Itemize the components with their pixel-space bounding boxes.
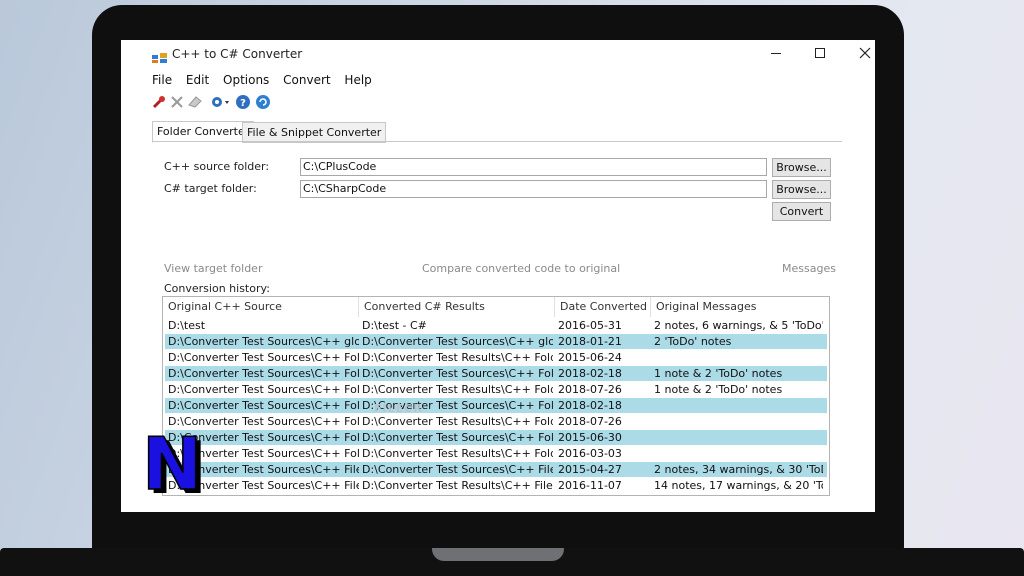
cell-date: 2018-01-21	[558, 335, 622, 348]
cell-messages: 1 note & 2 'ToDo' notes	[654, 383, 783, 396]
maximize-button[interactable]	[800, 43, 840, 67]
cell-result: D:\Converter Test Sources\C++ Folde...	[362, 431, 553, 444]
cell-messages: 2 notes, 34 warnings, & 30 'ToDo'	[654, 463, 823, 476]
cell-messages	[651, 398, 823, 413]
menu-bar: File Edit Options Convert Help	[152, 73, 382, 91]
convert-button[interactable]: Convert	[772, 202, 831, 221]
maximize-icon	[815, 48, 825, 58]
cell-messages	[651, 350, 823, 365]
table-header: Original C++ Source Converted C# Results…	[163, 297, 829, 317]
cell-source: D:\Converter Test Sources\C++ Folder...	[168, 383, 359, 396]
source-folder-label: C++ source folder:	[164, 160, 270, 173]
minimize-icon	[771, 53, 781, 54]
cell-messages	[651, 446, 823, 461]
table-row[interactable]: D:\Converter Test Sources\C++ Folder...D…	[165, 366, 827, 381]
svg-text:?: ?	[240, 98, 246, 109]
conversion-history-label: Conversion history:	[164, 282, 270, 295]
messages-link[interactable]: Messages	[782, 262, 836, 275]
cell-messages	[651, 414, 823, 429]
table-row[interactable]: D:\Converter Test Sources\C++ global...D…	[165, 334, 827, 349]
cell-date: 2015-06-24	[558, 351, 622, 364]
refresh-icon[interactable]	[254, 93, 272, 111]
cell-date: 2015-04-27	[558, 463, 622, 476]
cell-result: D:\test - C#	[362, 319, 427, 332]
cell-result: D:\Converter Test Results\C++ Folder...	[362, 415, 553, 428]
n-logo: N N	[140, 421, 208, 510]
watermark: FILECR	[374, 402, 423, 415]
cell-date: 2016-03-03	[558, 447, 622, 460]
column-header-results[interactable]: Converted C# Results	[359, 297, 555, 317]
cell-date: 2015-06-30	[558, 431, 622, 444]
tab-file-snippet-converter[interactable]: File & Snippet Converter	[242, 122, 387, 143]
menu-options[interactable]: Options	[223, 73, 269, 87]
laptop-notch	[432, 548, 564, 561]
column-header-messages[interactable]: Original Messages	[651, 297, 829, 317]
delete-icon[interactable]	[168, 93, 186, 111]
cell-date: 2018-02-18	[558, 367, 622, 380]
table-row[interactable]: D:\Converter Test Sources\C++ File T...D…	[165, 462, 827, 477]
table-row[interactable]: D:\Converter Test Sources\C++ File T...D…	[165, 478, 827, 493]
app-icon	[152, 49, 168, 63]
svg-text:N: N	[142, 432, 202, 494]
cell-date: 2018-07-26	[558, 383, 622, 396]
cell-result: D:\Converter Test Sources\C++ globa...	[362, 335, 553, 348]
table-row[interactable]: D:\Converter Test Sources\C++ Folder...D…	[165, 414, 827, 429]
table-row[interactable]: D:\Converter Test Sources\C++ Folder...D…	[165, 398, 827, 413]
cell-messages	[651, 430, 823, 445]
conversion-history-table: Original C++ Source Converted C# Results…	[162, 296, 830, 496]
cell-result: D:\Converter Test Sources\C++ Folde...	[362, 367, 553, 380]
target-folder-input[interactable]: C:\CSharpCode	[300, 180, 767, 198]
help-icon[interactable]: ?	[234, 93, 252, 111]
column-header-source[interactable]: Original C++ Source	[163, 297, 359, 317]
cell-source: D:\Converter Test Sources\C++ Folder...	[168, 351, 359, 364]
cell-messages: 1 note & 2 'ToDo' notes	[654, 367, 783, 380]
laptop-screen: C++ to C# Converter File Edit Options Co…	[121, 40, 875, 512]
cell-date: 2016-11-07	[558, 479, 622, 492]
cell-result: D:\Converter Test Results\C++ Folder...	[362, 351, 553, 364]
cell-source: D:\test	[168, 319, 206, 332]
cell-result: D:\Converter Test Results\C++ File T...	[362, 479, 553, 492]
browse-source-button[interactable]: Browse...	[772, 158, 831, 177]
menu-help[interactable]: Help	[344, 73, 371, 87]
close-button[interactable]	[845, 43, 875, 67]
tab-folder-converter[interactable]: Folder Converter	[152, 121, 255, 143]
eraser-icon[interactable]	[186, 93, 204, 111]
cell-source: D:\Converter Test Sources\C++ Folder...	[168, 399, 359, 412]
cell-result: D:\Converter Test Results\C++ Folde...	[362, 383, 553, 396]
table-row[interactable]: D:\Converter Test Sources\C++ Folder...D…	[165, 430, 827, 445]
compare-code-link[interactable]: Compare converted code to original	[422, 262, 620, 275]
column-header-date[interactable]: Date Converted	[555, 297, 651, 317]
browse-target-button[interactable]: Browse...	[772, 180, 831, 199]
cell-result: D:\Converter Test Results\C++ Folder...	[362, 447, 553, 460]
cell-result: D:\Converter Test Sources\C++ File T...	[362, 463, 553, 476]
cell-messages: 2 'ToDo' notes	[654, 335, 732, 348]
cell-source: D:\Converter Test Sources\C++ Folder...	[168, 367, 359, 380]
cell-date: 2018-07-26	[558, 415, 622, 428]
view-target-folder-link[interactable]: View target folder	[164, 262, 262, 275]
menu-file[interactable]: File	[152, 73, 172, 87]
table-row[interactable]: D:\Converter Test Sources\C++ Folder...D…	[165, 446, 827, 461]
target-folder-label: C# target folder:	[164, 182, 257, 195]
cell-date: 2018-02-18	[558, 399, 622, 412]
cell-messages: 14 notes, 17 warnings, & 20 'ToDo...	[654, 479, 823, 492]
title-bar: C++ to C# Converter	[144, 40, 872, 70]
table-row[interactable]: D:\Converter Test Sources\C++ Folder...D…	[165, 382, 827, 397]
cell-source: D:\Converter Test Sources\C++ global...	[168, 335, 359, 348]
table-row[interactable]: D:\Converter Test Sources\C++ Folder...D…	[165, 350, 827, 365]
pick-icon[interactable]	[150, 93, 168, 111]
gear-icon[interactable]	[208, 93, 232, 111]
menu-edit[interactable]: Edit	[186, 73, 209, 87]
cell-messages: 2 notes, 6 warnings, & 5 'ToDo' no	[654, 319, 823, 332]
cell-date: 2016-05-31	[558, 319, 622, 332]
close-icon	[859, 47, 871, 59]
minimize-button[interactable]	[756, 43, 796, 67]
cell-source: D:\Converter Test Sources\C++ Folder...	[168, 415, 359, 428]
window-title: C++ to C# Converter	[172, 47, 303, 61]
app-window: C++ to C# Converter File Edit Options Co…	[144, 40, 872, 512]
source-folder-input[interactable]: C:\CPlusCode	[300, 158, 767, 176]
table-row[interactable]: D:\test D:\test - C# 2016-05-31 2 notes, 6 …	[165, 318, 827, 333]
menu-convert[interactable]: Convert	[283, 73, 330, 87]
